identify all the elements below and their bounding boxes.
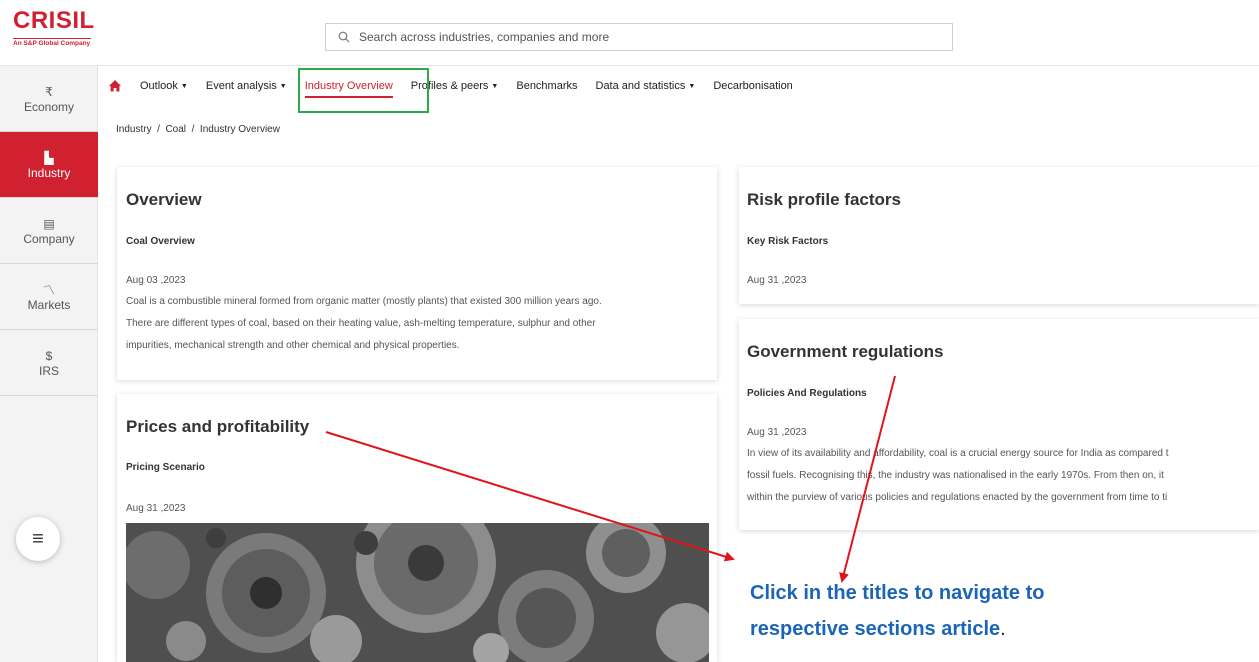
sidebar-item-label: Economy [23,99,75,114]
nav-item-label: Benchmarks [516,80,578,92]
overview-date: Aug 03 ,2023 [126,275,186,286]
nav-item-label: Outlook [140,80,178,92]
sidebar-item-industry[interactable]: ▙ Industry [0,132,98,198]
overview-subtitle[interactable]: Coal Overview [126,236,195,247]
government-subtitle[interactable]: Policies And Regulations [747,388,867,399]
sidebar-item-label: Markets [27,297,71,312]
prices-subtitle[interactable]: Pricing Scenario [126,462,205,473]
breadcrumb: Industry / Coal / Industry Overview [116,124,280,135]
home-icon[interactable] [108,79,122,93]
section-nav: Outlook ▼ Event analysis ▼ Industry Overvi… [98,66,1259,106]
overview-line: impurities, mechanical strength and othe… [126,340,460,351]
caret-down-icon: ▼ [491,82,499,90]
risk-date: Aug 31 ,2023 [747,275,807,286]
overview-title[interactable]: Overview [126,190,202,210]
nav-item-label: Event analysis [205,80,277,92]
factory-icon: ▙ [44,150,54,165]
top-bar: CRISIL An S&P Global Company [0,0,1259,66]
menu-fab-button[interactable]: ≡ [16,517,60,561]
crisil-logo[interactable]: CRISIL An S&P Global Company [13,9,97,57]
rupee-icon: ₹ [45,84,53,99]
search-icon [338,31,350,43]
annotation-line: respective sections article. [750,611,1045,647]
gears-illustration [126,523,709,662]
caret-down-icon: ▼ [279,82,287,90]
gears-image [126,523,709,662]
overview-body: Coal is a combustible mineral formed fro… [126,291,716,357]
prices-card: Prices and profitability Pricing Scenari… [117,394,717,662]
government-date: Aug 31 ,2023 [747,427,807,438]
search-box[interactable] [325,23,953,51]
nav-data-statistics[interactable]: Data and statistics ▼ [596,80,696,92]
nav-decarbonisation[interactable]: Decarbonisation [713,80,793,92]
risk-subtitle[interactable]: Key Risk Factors [747,236,828,247]
sidebar-item-label: Industry [27,165,71,180]
overview-line: Coal is a combustible mineral formed fro… [126,296,602,307]
annotation-line: Click in the titles to navigate to [750,582,1045,604]
logo-tagline: An S&P Global Company [13,40,91,47]
building-icon: ▤ [43,216,55,231]
prices-date: Aug 31 ,2023 [126,503,186,514]
nav-event-analysis[interactable]: Event analysis ▼ [206,80,287,92]
government-body: In view of its availability and affordab… [747,443,1259,509]
nav-highlight-box [298,68,429,113]
sidebar-item-markets[interactable]: 〽 Markets [0,264,98,330]
caret-down-icon: ▼ [688,82,696,90]
sidebar: ₹ Economy ▙ Industry ▤ Company 〽 Markets… [0,66,98,662]
government-line: In view of its availability and affordab… [747,448,1169,459]
sidebar-item-company[interactable]: ▤ Company [0,198,98,264]
overview-card: Overview Coal Overview Aug 03 ,2023 Coal… [117,167,717,380]
risk-title[interactable]: Risk profile factors [747,190,901,210]
sidebar-item-label: Company [23,231,75,246]
caret-down-icon: ▼ [180,82,188,90]
logo-rule [13,38,91,39]
nav-item-label: Data and statistics [595,80,686,92]
prices-title[interactable]: Prices and profitability [126,417,309,437]
hamburger-icon: ≡ [32,527,44,550]
government-line: fossil fuels. Recognising this, the indu… [747,470,1164,481]
sidebar-item-irs[interactable]: $ IRS [0,330,98,396]
nav-outlook[interactable]: Outlook ▼ [140,80,188,92]
annotation-line-text: respective sections article [750,618,1001,640]
overview-line: There are different types of coal, based… [126,318,596,329]
dollar-icon: $ [45,348,53,363]
chart-line-icon: 〽 [42,282,55,297]
sidebar-item-economy[interactable]: ₹ Economy [0,66,98,132]
logo-wordmark: CRISIL [13,7,95,34]
annotation-period: . [1000,618,1006,640]
search-input[interactable] [359,30,919,44]
nav-benchmarks[interactable]: Benchmarks [516,80,577,92]
government-card: Government regulations Policies And Regu… [739,319,1259,530]
sidebar-item-label: IRS [38,363,59,378]
annotation-text: Click in the titles to navigate to respe… [750,575,1045,647]
nav-item-label: Decarbonisation [713,80,793,92]
risk-card: Risk profile factors Key Risk Factors Au… [739,167,1259,304]
government-line: within the purview of various policies a… [747,492,1168,503]
government-title[interactable]: Government regulations [747,342,943,362]
